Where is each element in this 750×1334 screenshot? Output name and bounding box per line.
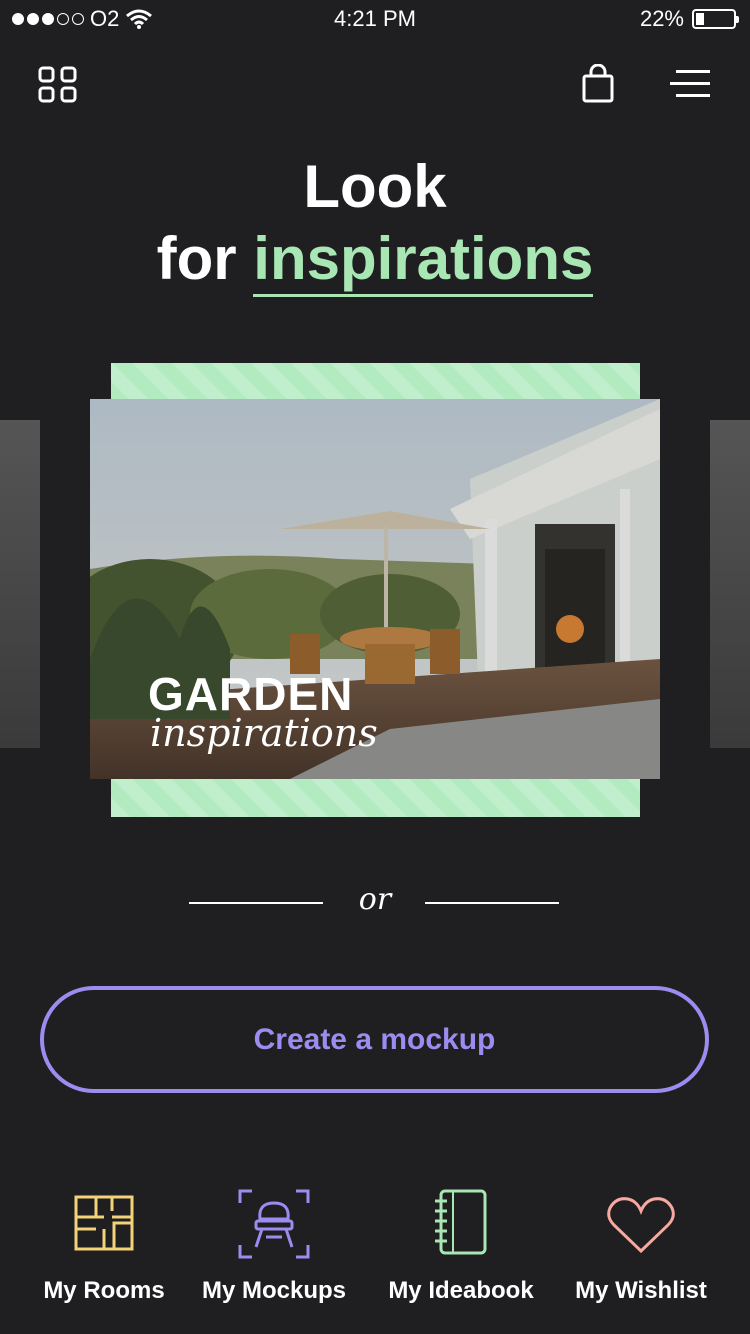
battery-percent: 22% — [639, 6, 684, 31]
title-prefix: for — [156, 225, 254, 292]
menu-icon[interactable] — [670, 68, 712, 100]
tab-label-my-rooms: My Rooms — [43, 1277, 165, 1304]
inspiration-card-garden[interactable]: GARDEN inspirations — [90, 399, 660, 779]
chair-icon — [238, 1189, 310, 1259]
card-subtitle: inspirations — [150, 711, 378, 755]
page-title-line2: for inspirations — [0, 224, 750, 297]
floorplan-icon — [74, 1195, 134, 1251]
battery-icon — [692, 9, 739, 29]
tab-label-my-wishlist: My Wishlist — [575, 1277, 707, 1304]
carousel-next-card[interactable] — [710, 420, 750, 748]
grid-icon[interactable] — [38, 66, 78, 104]
heart-icon — [607, 1197, 675, 1254]
notebook-icon — [435, 1189, 487, 1255]
battery-info: 22% — [639, 6, 739, 32]
carousel-prev-card[interactable] — [0, 420, 40, 748]
divider-line-right — [425, 902, 559, 904]
status-bar: O2 4:21 PM 22% — [0, 0, 750, 40]
shopping-bag-icon[interactable] — [581, 64, 615, 104]
create-mockup-label: Create a mockup — [253, 1022, 496, 1056]
divider-text: or — [358, 882, 392, 917]
tab-label-my-mockups: My Mockups — [201, 1277, 347, 1304]
page-title-line1: Look — [303, 153, 447, 220]
create-mockup-button[interactable]: Create a mockup — [40, 986, 709, 1093]
tab-label-my-ideabook: My Ideabook — [388, 1277, 534, 1304]
clock: 4:21 PM — [334, 6, 416, 31]
title-highlight: inspirations — [253, 225, 594, 297]
